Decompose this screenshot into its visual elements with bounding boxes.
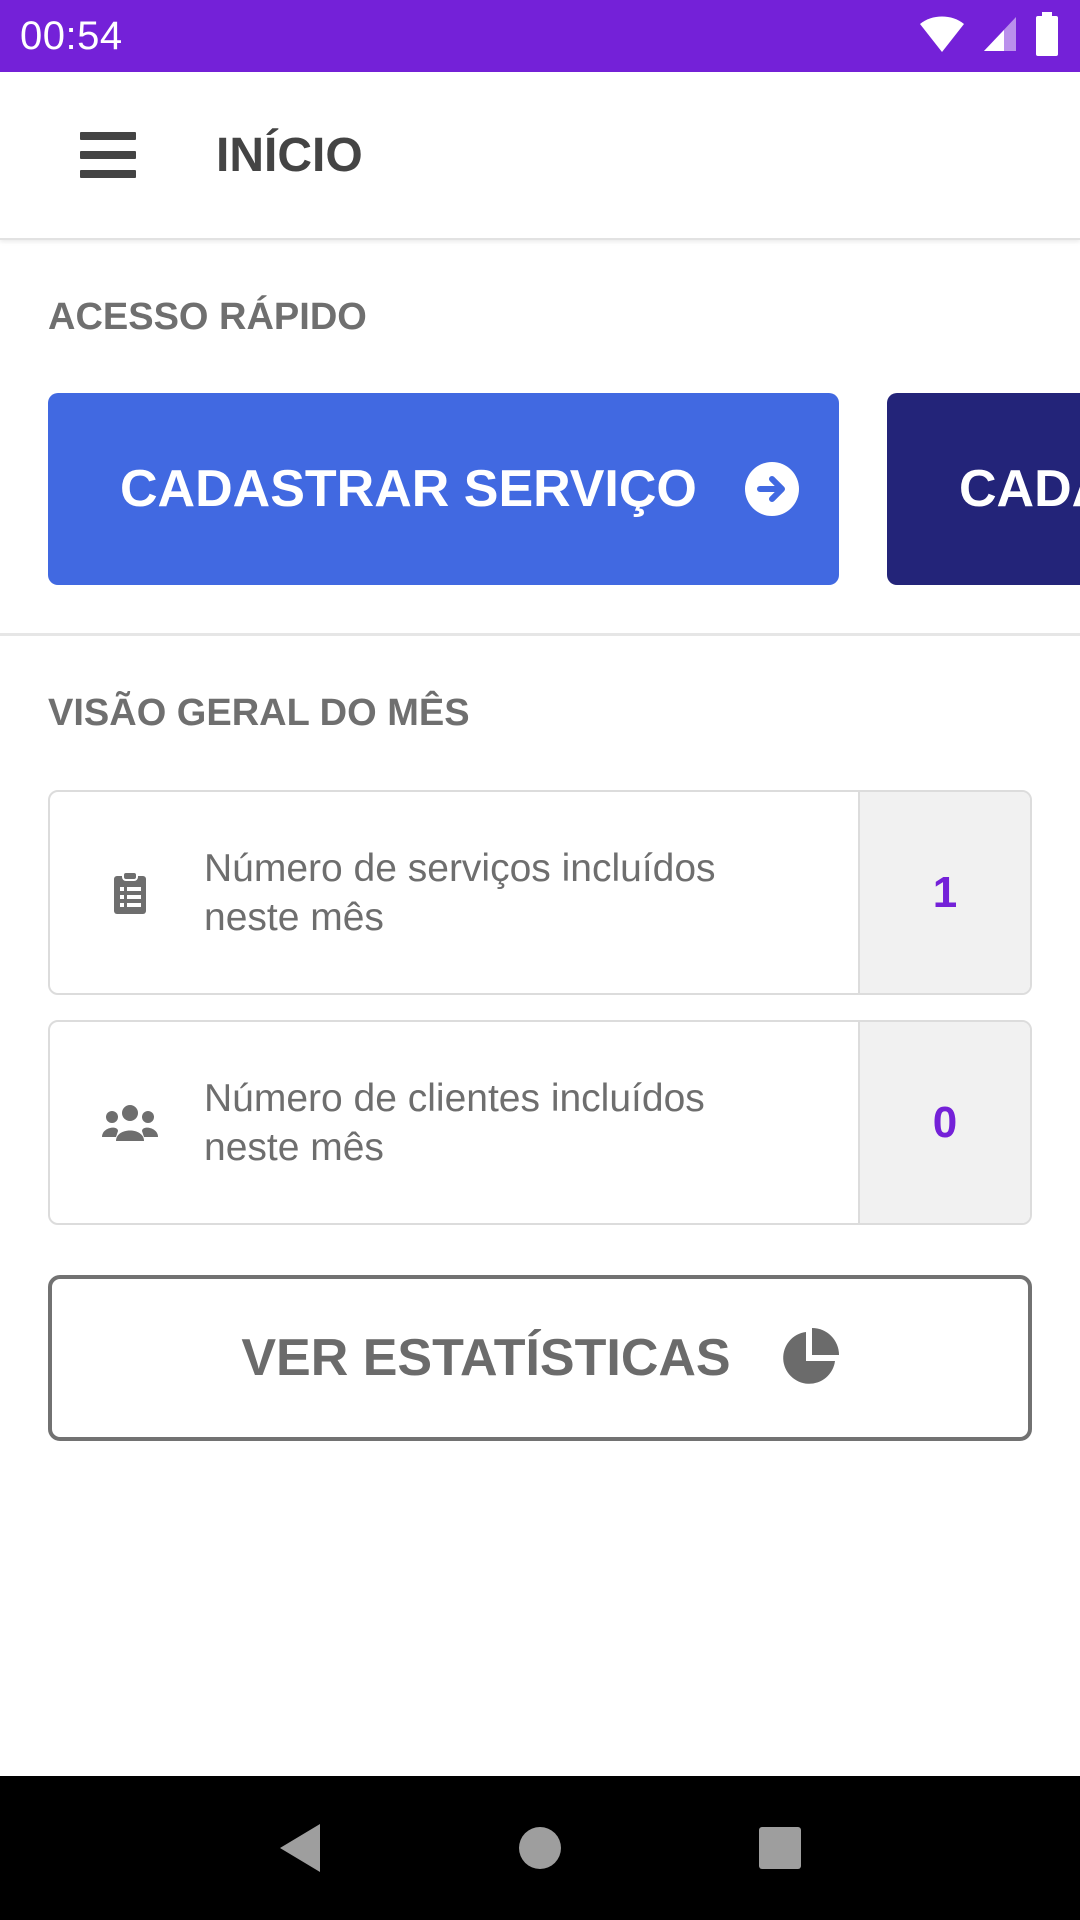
status-bar: 00:54 xyxy=(0,0,1080,72)
view-statistics-button[interactable]: VER ESTATÍSTICAS xyxy=(48,1275,1032,1441)
services-stat-main: Número de serviços incluídos neste mês xyxy=(50,792,858,993)
back-icon xyxy=(280,1824,320,1872)
clipboard-list-icon xyxy=(90,853,170,933)
services-stat-card: Número de serviços incluídos neste mês 1 xyxy=(48,790,1032,995)
home-button[interactable] xyxy=(492,1800,588,1896)
status-icons xyxy=(918,11,1060,61)
pie-chart-icon xyxy=(779,1328,839,1388)
view-statistics-label: VER ESTATÍSTICAS xyxy=(241,1329,731,1387)
clients-stat-value: 0 xyxy=(858,1022,1030,1223)
section-divider xyxy=(0,633,1080,636)
services-stat-value: 1 xyxy=(858,792,1030,993)
home-icon xyxy=(519,1827,561,1869)
recents-button[interactable] xyxy=(732,1800,828,1896)
register-client-button[interactable]: CADA xyxy=(887,393,1080,585)
clients-stat-main: Número de clientes incluídos neste mês xyxy=(50,1022,858,1223)
battery-icon xyxy=(1034,11,1060,61)
quick-access-title: ACESSO RÁPIDO xyxy=(48,296,367,338)
users-icon xyxy=(90,1083,170,1163)
hamburger-menu-icon xyxy=(80,132,136,178)
register-service-button[interactable]: CADASTRAR SERVIÇO xyxy=(48,393,839,585)
menu-button[interactable] xyxy=(48,95,168,215)
screen: 00:54 INÍCIO ACESSO RÁPIDO CADASTRAR SER… xyxy=(0,0,1080,1920)
wifi-icon xyxy=(918,14,966,59)
clients-stat-card: Número de clientes incluídos neste mês 0 xyxy=(48,1020,1032,1225)
cellular-signal-icon xyxy=(982,15,1018,58)
arrow-right-circle-icon xyxy=(744,462,799,516)
quick-access-row[interactable]: CADASTRAR SERVIÇO CADA xyxy=(0,393,1080,585)
back-button[interactable] xyxy=(252,1800,348,1896)
services-stat-label: Número de serviços incluídos neste mês xyxy=(204,846,716,939)
register-service-label: CADASTRAR SERVIÇO xyxy=(120,460,697,518)
register-client-label: CADA xyxy=(959,460,1080,518)
page-title: INÍCIO xyxy=(216,128,363,182)
status-time: 00:54 xyxy=(20,13,123,58)
month-overview-title: VISÃO GERAL DO MÊS xyxy=(48,692,470,734)
system-nav-bar xyxy=(0,1776,1080,1920)
app-bar: INÍCIO xyxy=(0,72,1080,240)
recents-icon xyxy=(759,1827,801,1869)
clients-stat-label: Número de clientes incluídos neste mês xyxy=(204,1076,705,1169)
